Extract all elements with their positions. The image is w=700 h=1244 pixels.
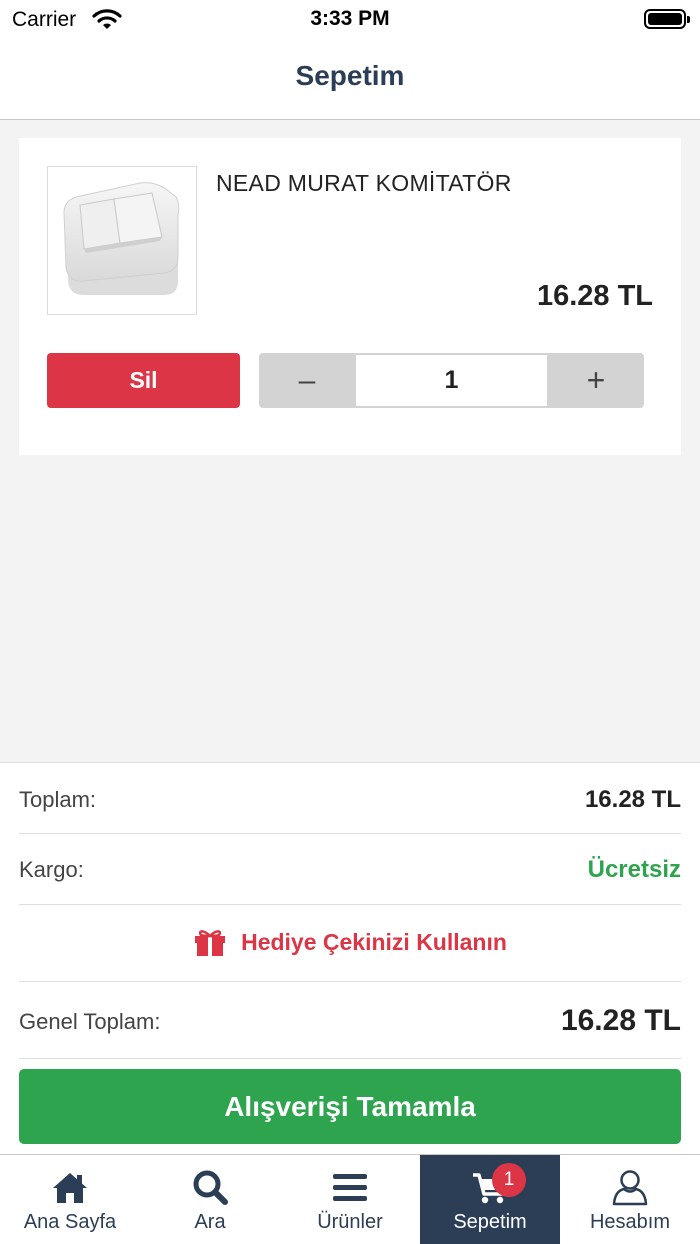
grand-total-row: Genel Toplam: 16.28 TL [19,982,681,1059]
total-value: 16.28 TL [584,786,681,813]
tab-cart[interactable]: 1 Sepetim [420,1155,560,1244]
status-time: 3:33 PM [310,7,390,30]
product-image[interactable] [47,166,197,315]
menu-icon [333,1174,367,1201]
gift-voucher-label: Hediye Çekinizi Kullanın [241,928,507,955]
product-price: 16.28 TL [536,280,653,312]
decrease-quantity-button[interactable]: – [259,353,355,408]
shipping-row: Kargo: Ücretsiz [19,834,681,905]
shipping-value: Ücretsiz [587,856,681,883]
gift-voucher-link[interactable]: Hediye Çekinizi Kullanın [19,927,681,957]
switch-product-picture [63,182,180,295]
increase-quantity-button[interactable]: + [548,353,644,408]
delete-button[interactable]: Sil [47,353,240,408]
tab-bar: Ana Sayfa Ara Ürünler 1 Sepetim Hesabım [0,1154,700,1244]
cart-count-badge: 1 [492,1163,526,1197]
tab-home[interactable]: Ana Sayfa [0,1155,140,1244]
tab-account[interactable]: Hesabım [560,1155,700,1244]
gift-voucher-row[interactable]: Hediye Çekinizi Kullanın [19,905,681,982]
status-bar: Carrier 3:33 PM [0,0,700,40]
tab-cart-label: Sepetim [453,1211,527,1233]
tab-home-label: Ana Sayfa [23,1211,117,1233]
quantity-value[interactable]: 1 [356,355,547,406]
total-label: Toplam: [19,787,97,812]
checkout-button[interactable]: Alışverişi Tamamla [19,1069,681,1144]
quantity-stepper: – 1 + [259,353,644,408]
tab-products[interactable]: Ürünler [280,1155,420,1244]
gift-icon [195,930,226,956]
battery-icon [644,9,690,29]
cart-item: NEAD MURAT KOMİTATÖR 16.28 TL Sil – 1 + [19,138,681,455]
total-row: Toplam: 16.28 TL [19,763,681,834]
tab-search-label: Ara [194,1211,226,1233]
grand-total-label: Genel Toplam: [19,1009,161,1034]
tab-products-label: Ürünler [317,1211,383,1233]
tab-account-label: Hesabım [589,1211,671,1233]
user-icon [612,1170,648,1206]
product-name[interactable]: NEAD MURAT KOMİTATÖR [216,170,512,197]
home-icon [53,1173,87,1203]
page-title: Sepetim [295,60,405,91]
shipping-label: Kargo: [19,857,84,882]
search-icon [193,1170,228,1205]
tab-search[interactable]: Ara [140,1155,280,1244]
order-summary: Toplam: 16.28 TL Kargo: Ücretsiz Hediye … [0,762,700,1154]
grand-total-value: 16.28 TL [560,1004,681,1037]
nav-header: Sepetim [0,40,700,120]
